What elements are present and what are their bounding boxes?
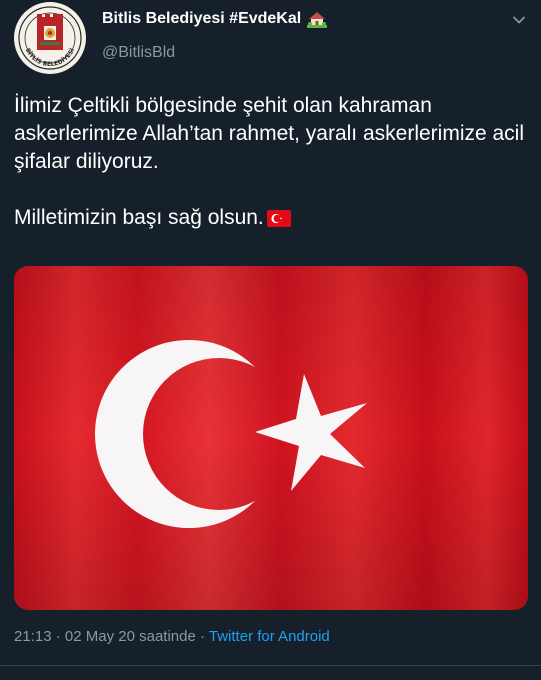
user-handle[interactable]: @BitlisBld — [102, 44, 175, 62]
meta-separator: · — [195, 628, 209, 645]
chevron-down-icon[interactable] — [511, 12, 527, 28]
tweet-meta: 21:13 · 02 May 20 saatinde · Twitter for… — [14, 628, 330, 645]
tweet-time: 21:13 — [14, 628, 52, 645]
avatar[interactable]: BİTLİS BELEDİYESİ — [14, 2, 86, 74]
house-with-garden-icon — [307, 10, 328, 28]
tweet-source-link[interactable]: Twitter for Android — [209, 628, 330, 645]
meta-separator: · — [51, 628, 65, 645]
tweet-media-image[interactable] — [14, 266, 528, 610]
tweet-text: İlimiz Çeltikli bölgesinde şehit olan ka… — [14, 92, 530, 232]
bitlis-municipality-seal-icon: BİTLİS BELEDİYESİ — [16, 4, 84, 72]
display-name[interactable]: Bitlis Belediyesi #EvdeKal — [102, 10, 328, 28]
tweet: BİTLİS BELEDİYESİ Bitlis Belediyesi #Evd… — [0, 0, 541, 680]
display-name-text: Bitlis Belediyesi #EvdeKal — [102, 10, 302, 27]
tweet-text-line-2: Milletimizin başı sağ olsun. — [14, 206, 264, 229]
tweet-text-paragraph-1: İlimiz Çeltikli bölgesinde şehit olan ka… — [14, 94, 525, 173]
turkey-flag-icon — [266, 207, 291, 227]
tweet-date: 02 May 20 saatinde — [64, 628, 196, 645]
turkish-flag-image — [14, 266, 528, 610]
divider — [0, 665, 541, 666]
tweet-text-paragraph-2: Milletimizin başı sağ olsun. — [14, 204, 530, 232]
